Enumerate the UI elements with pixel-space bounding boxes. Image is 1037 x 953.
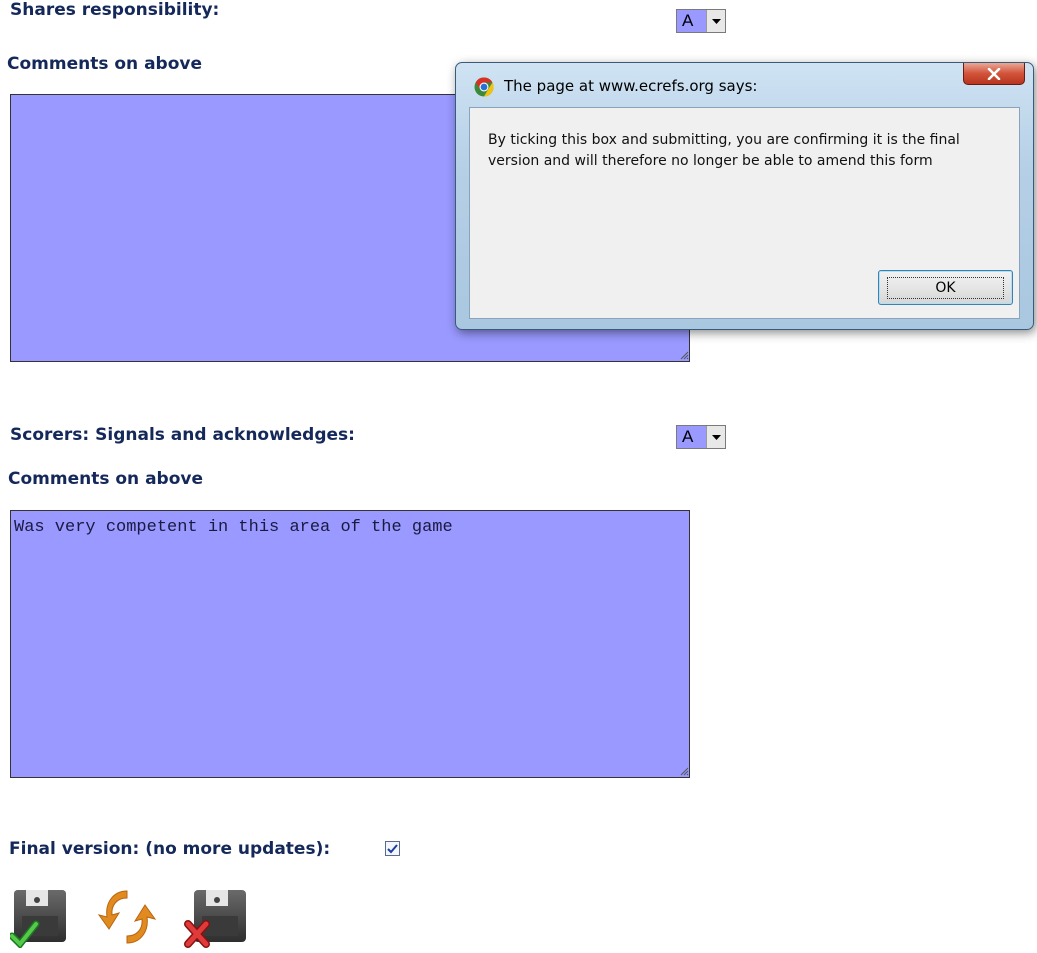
save-cancel-icon (184, 890, 246, 948)
refresh-icon (97, 890, 157, 944)
ok-button-label: OK (887, 276, 1004, 299)
dialog-close-button[interactable] (963, 63, 1025, 85)
final-version-checkbox[interactable] (385, 841, 400, 856)
comments-label-2: Comments on above (8, 469, 204, 489)
dialog-body: By ticking this box and submitting, you … (469, 107, 1020, 319)
save-confirm-icon (8, 890, 66, 950)
scorers-signals-grade-select[interactable]: A (676, 425, 726, 449)
dialog-message: By ticking this box and submitting, you … (488, 132, 960, 169)
save-final-button[interactable] (8, 886, 70, 950)
scorers-signals-label: Scorers: Signals and acknowledges: (10, 425, 355, 445)
close-icon (987, 67, 1001, 80)
alert-dialog: The page at www.ecrefs.org says: By tick… (455, 62, 1034, 330)
comments-label-1: Comments on above (7, 54, 203, 74)
cancel-save-button[interactable] (184, 886, 246, 948)
chrome-logo-icon (474, 77, 494, 97)
comments-textarea-2[interactable]: Was very competent in this area of the g… (10, 510, 690, 778)
shares-responsibility-grade-select[interactable]: A (676, 9, 726, 33)
resize-grip-icon[interactable] (679, 766, 689, 776)
refresh-button[interactable] (97, 883, 157, 945)
ok-button[interactable]: OK (878, 270, 1013, 305)
shares-responsibility-label: Shares responsibility: (10, 0, 220, 20)
final-version-label: Final version: (no more updates): (9, 839, 331, 859)
chevron-down-icon (706, 426, 725, 448)
checkmark-icon (387, 843, 398, 853)
resize-grip-icon[interactable] (679, 350, 689, 360)
chevron-down-icon (706, 10, 725, 32)
grade-value: A (682, 427, 694, 446)
dialog-title: The page at www.ecrefs.org says: (504, 77, 758, 95)
grade-value: A (682, 11, 694, 30)
